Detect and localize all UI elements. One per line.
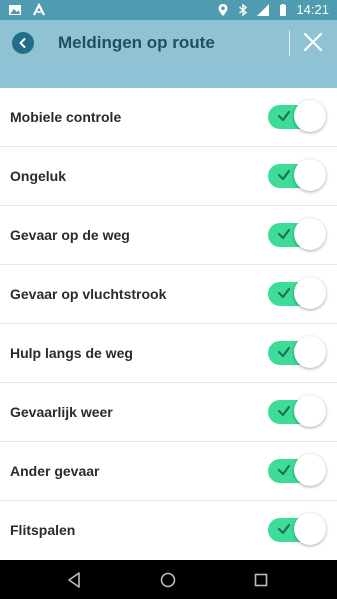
toggle-knob xyxy=(294,454,326,486)
back-button[interactable] xyxy=(12,32,34,54)
close-icon xyxy=(303,32,323,52)
system-nav-bar xyxy=(0,560,337,599)
check-icon xyxy=(277,287,291,299)
battery-icon xyxy=(280,3,287,16)
recents-icon[interactable] xyxy=(251,570,271,590)
app-bar: Meldingen op route xyxy=(0,20,337,66)
setting-row-mobiele-controle: Mobiele controle xyxy=(0,88,337,147)
chevron-left-icon xyxy=(19,38,26,48)
toggle-knob xyxy=(294,513,326,545)
setting-label: Ander gevaar xyxy=(10,463,100,479)
toggle-knob xyxy=(294,159,326,191)
setting-label: Gevaar op de weg xyxy=(10,227,130,243)
header-sub-bar xyxy=(0,66,337,88)
setting-row-hulp-langs-de-weg: Hulp langs de weg xyxy=(0,324,337,383)
toggle-switch[interactable] xyxy=(268,159,326,191)
check-icon xyxy=(277,346,291,358)
setting-row-flitspalen: Flitspalen xyxy=(0,501,337,560)
setting-row-gevaar-op-de-weg: Gevaar op de weg xyxy=(0,206,337,265)
setting-row-gevaarlijk-weer: Gevaarlijk weer xyxy=(0,383,337,442)
signal-icon xyxy=(257,3,270,16)
location-icon xyxy=(218,3,228,16)
toggle-switch[interactable] xyxy=(268,454,326,486)
setting-label: Ongeluk xyxy=(10,168,67,184)
close-button[interactable] xyxy=(301,30,325,54)
toggle-knob xyxy=(294,277,326,309)
image-icon xyxy=(9,5,21,15)
settings-list: Mobiele controle Ongeluk Gevaar op de we… xyxy=(0,88,337,560)
toggle-switch[interactable] xyxy=(268,100,326,132)
toggle-knob xyxy=(294,395,326,427)
check-icon xyxy=(277,228,291,240)
check-icon xyxy=(277,523,291,535)
setting-label: Mobiele controle xyxy=(10,109,122,125)
setting-row-ander-gevaar: Ander gevaar xyxy=(0,442,337,501)
status-bar: 14:21 xyxy=(0,0,337,20)
toggle-switch[interactable] xyxy=(268,395,326,427)
check-icon xyxy=(277,169,291,181)
toggle-knob xyxy=(294,218,326,250)
setting-label: Gevaar op vluchtstrook xyxy=(10,286,167,302)
bluetooth-icon xyxy=(239,3,248,16)
toggle-switch[interactable] xyxy=(268,218,326,250)
check-icon xyxy=(277,110,291,122)
setting-label: Gevaarlijk weer xyxy=(10,404,113,420)
page-title: Meldingen op route xyxy=(58,33,215,52)
toggle-knob xyxy=(294,336,326,368)
setting-row-gevaar-op-vluchtstrook: Gevaar op vluchtstrook xyxy=(0,265,337,324)
setting-label: Hulp langs de weg xyxy=(10,345,133,361)
check-icon xyxy=(277,464,291,476)
check-icon xyxy=(277,405,291,417)
toggle-switch[interactable] xyxy=(268,277,326,309)
app-logo-icon xyxy=(33,3,45,16)
home-icon[interactable] xyxy=(158,570,178,590)
toggle-switch[interactable] xyxy=(268,336,326,368)
status-time: 14:21 xyxy=(296,2,329,17)
setting-label: Flitspalen xyxy=(10,522,76,538)
header-divider xyxy=(289,30,290,56)
back-icon[interactable] xyxy=(65,570,85,590)
setting-row-ongeluk: Ongeluk xyxy=(0,147,337,206)
toggle-switch[interactable] xyxy=(268,513,326,545)
toggle-knob xyxy=(294,100,326,132)
